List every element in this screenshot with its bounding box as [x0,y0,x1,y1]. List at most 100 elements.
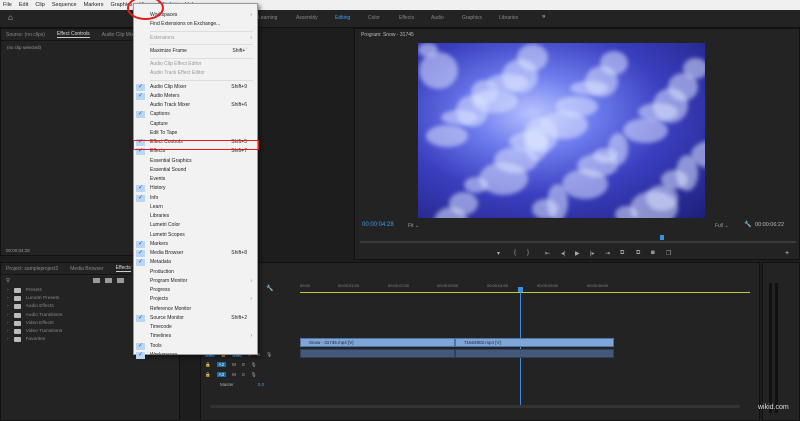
menu-item-lumetri-color[interactable]: Lumetri Color [134,221,257,230]
mic-icon[interactable]: 🎙 [251,362,257,368]
solo-button[interactable]: S [242,362,245,367]
tab-project[interactable]: Project: sampleproject2 [6,266,58,272]
program-scrubber[interactable] [360,241,796,243]
tab-effects[interactable]: Effects [115,265,131,272]
menu-item-timecode[interactable]: Timecode [134,323,257,332]
menu-item-workspaces[interactable]: ✓ Workspaces [134,351,257,360]
lock-icon[interactable]: 🔒 [205,372,211,378]
tab-workspace-effects[interactable]: Effects [399,15,414,21]
menu-item-media-browser[interactable]: ✓ Media Browser Shift+8 [134,249,257,258]
menu-markers[interactable]: Markers [84,2,104,8]
menu-item-timelines[interactable]: Timelines › [134,332,257,341]
home-icon[interactable]: ⌂ [8,13,13,22]
menu-item-lumetri-scopes[interactable]: Lumetri Scopes [134,231,257,240]
menu-item-learn[interactable]: Learn [134,203,257,212]
menu-item-projects[interactable]: Projects › [134,295,257,304]
menu-item-history[interactable]: ✓ History [134,184,257,193]
lock-icon[interactable]: 🔒 [205,362,211,368]
menu-item-source-monitor[interactable]: ✓ Source Monitor Shift+2 [134,314,257,323]
menu-item-essential-sound[interactable]: Essential Sound [134,166,257,175]
mic-icon[interactable]: 🎙 [266,352,272,358]
wrench-icon[interactable]: 🔧 [744,221,751,228]
menu-item-capture[interactable]: Capture [134,120,257,129]
video-clip[interactable]: Snow - 31745.mp4 [V] [300,338,455,347]
master-volume[interactable]: 0.0 [258,382,264,387]
track-target[interactable]: A3 [216,372,227,377]
menu-item-progress[interactable]: Progress [134,286,257,295]
menu-item-metadata[interactable]: ✓ Metadata [134,258,257,267]
track-target[interactable]: A2 [216,362,227,367]
step-back-icon[interactable]: ◂| [561,250,566,257]
menu-item-captions[interactable]: ✓ Captions [134,110,257,119]
video-clip[interactable]: 71564902.mp4 [V] [455,338,614,347]
accelerated-effects-icon[interactable] [93,278,101,283]
program-timecode[interactable]: 00:00:04:28 [362,222,394,228]
wrench-icon[interactable]: 🔧 [266,285,273,292]
yuv-effects-icon[interactable] [117,278,125,283]
menu-item-info[interactable]: ✓ Info [134,194,257,203]
tab-workspace-assembly[interactable]: Assembly [296,15,318,21]
menu-item-events[interactable]: Events [134,175,257,184]
menu-item-reference-monitor[interactable]: Reference Monitor [134,305,257,314]
menu-file[interactable]: File [3,2,12,8]
chevron-right-icon[interactable]: › [7,313,9,318]
chevron-right-icon[interactable]: › [7,321,9,326]
menu-item-libraries[interactable]: Libraries [134,212,257,221]
program-playhead[interactable] [660,235,664,240]
menu-item-audio-track-mixer[interactable]: Audio Track Mixer Shift+6 [134,101,257,110]
play-icon[interactable]: ▶ [575,250,580,257]
32bit-effects-icon[interactable] [105,278,113,283]
tab-workspace-color[interactable]: Color [368,15,380,21]
menu-item-markers[interactable]: ✓ Markers [134,240,257,249]
chevron-right-icon[interactable]: › [7,337,9,342]
fit-dropdown[interactable]: Fit ⌄ [408,223,419,229]
quality-dropdown[interactable]: Full ⌄ [715,223,729,229]
menu-edit[interactable]: Edit [19,2,28,8]
compare-icon[interactable]: ❐ [666,250,671,257]
menu-item-tools[interactable]: ✓ Tools [134,342,257,351]
tab-workspace-audio[interactable]: Audio [431,15,444,21]
menu-item-find-extensions-on-exchange-[interactable]: Find Extensions on Exchange... [134,20,257,29]
menu-item-extensions[interactable]: Extensions › [134,34,257,43]
step-forward-icon[interactable]: |▸ [590,250,595,257]
work-area-bar[interactable] [300,292,750,293]
chevron-right-icon[interactable]: › [7,288,9,293]
tab-media-browser[interactable]: Media Browser [70,266,103,272]
go-to-in-icon[interactable]: ⇤ [545,250,550,257]
timeline-scrollbar[interactable] [210,405,740,408]
insert-icon[interactable]: ⧉ [620,250,624,257]
tab-workspace-learning[interactable]: Learning [258,15,277,21]
audio-clip[interactable] [300,349,455,358]
audio-clip[interactable] [455,349,614,358]
marker-icon[interactable]: ▾ [497,250,500,257]
menu-item-maximize-frame[interactable]: Maximize Frame Shift+` [134,47,257,56]
mark-in-icon[interactable]: { [514,250,516,256]
go-to-out-icon[interactable]: ⇥ [605,250,610,257]
tab-workspace-libraries[interactable]: Libraries [499,15,518,21]
menu-item-audio-track-effect-editor[interactable]: Audio Track Effect Editor [134,69,257,78]
mark-out-icon[interactable]: } [527,250,529,256]
tab-effect-controls[interactable]: Effect Controls [56,31,90,38]
add-button-icon[interactable]: + [785,250,789,257]
menu-sequence[interactable]: Sequence [52,2,77,8]
menu-item-production[interactable]: Production [134,268,257,277]
menu-item-edit-to-tape[interactable]: Edit To Tape [134,129,257,138]
workspace-more-button[interactable]: » [542,14,545,20]
overwrite-icon[interactable]: ⧉ [636,250,640,257]
menu-item-audio-clip-effect-editor[interactable]: Audio Clip Effect Editor [134,60,257,69]
mic-icon[interactable]: 🎙 [251,372,257,378]
tab-workspace-graphics[interactable]: Graphics [462,15,482,21]
mute-button[interactable]: M [232,362,236,367]
export-frame-icon[interactable]: ◙ [651,250,655,256]
tab-source[interactable]: Source: (no clips) [6,32,45,38]
solo-button[interactable]: S [242,372,245,377]
mute-button[interactable]: M [232,372,236,377]
menu-item-program-monitor[interactable]: Program Monitor › [134,277,257,286]
tab-workspace-editing[interactable]: Editing [335,15,350,21]
chevron-right-icon[interactable]: › [7,296,9,301]
menu-clip[interactable]: Clip [35,2,44,8]
menu-item-essential-graphics[interactable]: Essential Graphics [134,157,257,166]
menu-item-audio-clip-mixer[interactable]: ✓ Audio Clip Mixer Shift+9 [134,83,257,92]
chevron-right-icon[interactable]: › [7,304,9,309]
menu-item-audio-meters[interactable]: ✓ Audio Meters [134,92,257,101]
